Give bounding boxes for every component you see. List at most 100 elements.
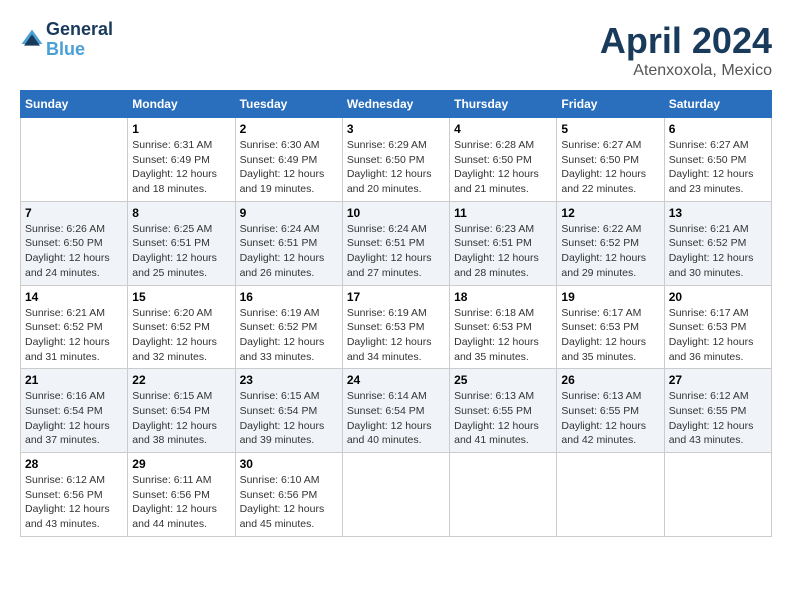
day-info: Sunrise: 6:11 AM Sunset: 6:56 PM Dayligh…	[132, 473, 230, 532]
day-number: 20	[669, 290, 767, 304]
location-title: Atenxoxola, Mexico	[600, 62, 772, 80]
calendar-day-cell: 23 Sunrise: 6:15 AM Sunset: 6:54 PM Dayli…	[235, 369, 342, 453]
day-number: 12	[561, 206, 659, 220]
day-info: Sunrise: 6:12 AM Sunset: 6:55 PM Dayligh…	[669, 389, 767, 448]
calendar-day-cell: 28 Sunrise: 6:12 AM Sunset: 6:56 PM Dayli…	[21, 453, 128, 537]
day-info: Sunrise: 6:24 AM Sunset: 6:51 PM Dayligh…	[240, 222, 338, 281]
calendar-day-cell: 27 Sunrise: 6:12 AM Sunset: 6:55 PM Dayli…	[664, 369, 771, 453]
day-info: Sunrise: 6:21 AM Sunset: 6:52 PM Dayligh…	[669, 222, 767, 281]
day-number: 19	[561, 290, 659, 304]
calendar-week-row: 28 Sunrise: 6:12 AM Sunset: 6:56 PM Dayli…	[21, 453, 772, 537]
day-info: Sunrise: 6:18 AM Sunset: 6:53 PM Dayligh…	[454, 306, 552, 365]
day-info: Sunrise: 6:14 AM Sunset: 6:54 PM Dayligh…	[347, 389, 445, 448]
day-number: 22	[132, 373, 230, 387]
calendar-day-cell: 8Sunrise: 6:25 AM Sunset: 6:51 PM Daylig…	[128, 201, 235, 285]
title-block: April 2024 Atenxoxola, Mexico	[600, 20, 772, 80]
day-number: 24	[347, 373, 445, 387]
calendar-day-cell: 12 Sunrise: 6:22 AM Sunset: 6:52 PM Dayli…	[557, 201, 664, 285]
weekday-header: Monday	[128, 91, 235, 118]
calendar-day-cell: 5 Sunrise: 6:27 AM Sunset: 6:50 PM Daylig…	[557, 118, 664, 202]
calendar-table: SundayMondayTuesdayWednesdayThursdayFrid…	[20, 90, 772, 537]
day-number: 29	[132, 457, 230, 471]
day-number: 5	[561, 122, 659, 136]
day-number: 18	[454, 290, 552, 304]
day-info: Sunrise: 6:17 AM Sunset: 6:53 PM Dayligh…	[669, 306, 767, 365]
logo-icon	[20, 28, 44, 52]
calendar-day-cell: 22Sunrise: 6:15 AM Sunset: 6:54 PM Dayli…	[128, 369, 235, 453]
calendar-day-cell: 21Sunrise: 6:16 AM Sunset: 6:54 PM Dayli…	[21, 369, 128, 453]
day-number: 3	[347, 122, 445, 136]
calendar-day-cell: 2 Sunrise: 6:30 AM Sunset: 6:49 PM Daylig…	[235, 118, 342, 202]
day-info: Sunrise: 6:27 AM Sunset: 6:50 PM Dayligh…	[561, 138, 659, 197]
calendar-day-cell: 26 Sunrise: 6:13 AM Sunset: 6:55 PM Dayli…	[557, 369, 664, 453]
day-info: Sunrise: 6:28 AM Sunset: 6:50 PM Dayligh…	[454, 138, 552, 197]
calendar-day-cell: 6Sunrise: 6:27 AM Sunset: 6:50 PM Daylig…	[664, 118, 771, 202]
calendar-day-cell	[342, 453, 449, 537]
weekday-header: Saturday	[664, 91, 771, 118]
calendar-day-cell: 29 Sunrise: 6:11 AM Sunset: 6:56 PM Dayli…	[128, 453, 235, 537]
day-number: 25	[454, 373, 552, 387]
calendar-day-cell: 20 Sunrise: 6:17 AM Sunset: 6:53 PM Dayli…	[664, 285, 771, 369]
day-number: 2	[240, 122, 338, 136]
calendar-day-cell: 1 Sunrise: 6:31 AM Sunset: 6:49 PM Daylig…	[128, 118, 235, 202]
calendar-day-cell: 14 Sunrise: 6:21 AM Sunset: 6:52 PM Dayli…	[21, 285, 128, 369]
calendar-header-row: SundayMondayTuesdayWednesdayThursdayFrid…	[21, 91, 772, 118]
day-info: Sunrise: 6:16 AM Sunset: 6:54 PM Dayligh…	[25, 389, 123, 448]
day-number: 4	[454, 122, 552, 136]
calendar-week-row: 14 Sunrise: 6:21 AM Sunset: 6:52 PM Dayli…	[21, 285, 772, 369]
page-header: General Blue April 2024 Atenxoxola, Mexi…	[20, 20, 772, 80]
calendar-day-cell: 17Sunrise: 6:19 AM Sunset: 6:53 PM Dayli…	[342, 285, 449, 369]
day-info: Sunrise: 6:17 AM Sunset: 6:53 PM Dayligh…	[561, 306, 659, 365]
day-number: 28	[25, 457, 123, 471]
logo-line1: General	[46, 20, 113, 40]
day-info: Sunrise: 6:15 AM Sunset: 6:54 PM Dayligh…	[240, 389, 338, 448]
calendar-day-cell: 3 Sunrise: 6:29 AM Sunset: 6:50 PM Daylig…	[342, 118, 449, 202]
month-title: April 2024	[600, 20, 772, 62]
day-info: Sunrise: 6:23 AM Sunset: 6:51 PM Dayligh…	[454, 222, 552, 281]
calendar-day-cell	[21, 118, 128, 202]
weekday-header: Wednesday	[342, 91, 449, 118]
calendar-day-cell: 11Sunrise: 6:23 AM Sunset: 6:51 PM Dayli…	[450, 201, 557, 285]
day-info: Sunrise: 6:24 AM Sunset: 6:51 PM Dayligh…	[347, 222, 445, 281]
day-info: Sunrise: 6:26 AM Sunset: 6:50 PM Dayligh…	[25, 222, 123, 281]
weekday-header: Tuesday	[235, 91, 342, 118]
day-number: 1	[132, 122, 230, 136]
calendar-day-cell: 25 Sunrise: 6:13 AM Sunset: 6:55 PM Dayli…	[450, 369, 557, 453]
day-number: 23	[240, 373, 338, 387]
day-info: Sunrise: 6:19 AM Sunset: 6:52 PM Dayligh…	[240, 306, 338, 365]
calendar-day-cell	[450, 453, 557, 537]
calendar-day-cell: 18 Sunrise: 6:18 AM Sunset: 6:53 PM Dayli…	[450, 285, 557, 369]
day-number: 7	[25, 206, 123, 220]
day-info: Sunrise: 6:22 AM Sunset: 6:52 PM Dayligh…	[561, 222, 659, 281]
day-info: Sunrise: 6:27 AM Sunset: 6:50 PM Dayligh…	[669, 138, 767, 197]
day-info: Sunrise: 6:31 AM Sunset: 6:49 PM Dayligh…	[132, 138, 230, 197]
day-info: Sunrise: 6:21 AM Sunset: 6:52 PM Dayligh…	[25, 306, 123, 365]
calendar-day-cell: 30Sunrise: 6:10 AM Sunset: 6:56 PM Dayli…	[235, 453, 342, 537]
day-number: 16	[240, 290, 338, 304]
calendar-day-cell	[664, 453, 771, 537]
day-info: Sunrise: 6:20 AM Sunset: 6:52 PM Dayligh…	[132, 306, 230, 365]
calendar-day-cell: 24 Sunrise: 6:14 AM Sunset: 6:54 PM Dayli…	[342, 369, 449, 453]
day-number: 27	[669, 373, 767, 387]
day-info: Sunrise: 6:13 AM Sunset: 6:55 PM Dayligh…	[561, 389, 659, 448]
day-info: Sunrise: 6:30 AM Sunset: 6:49 PM Dayligh…	[240, 138, 338, 197]
day-number: 15	[132, 290, 230, 304]
day-number: 8	[132, 206, 230, 220]
calendar-week-row: 21Sunrise: 6:16 AM Sunset: 6:54 PM Dayli…	[21, 369, 772, 453]
day-number: 13	[669, 206, 767, 220]
calendar-day-cell: 13 Sunrise: 6:21 AM Sunset: 6:52 PM Dayli…	[664, 201, 771, 285]
logo: General Blue	[20, 20, 113, 60]
day-info: Sunrise: 6:29 AM Sunset: 6:50 PM Dayligh…	[347, 138, 445, 197]
calendar-day-cell: 19 Sunrise: 6:17 AM Sunset: 6:53 PM Dayli…	[557, 285, 664, 369]
day-number: 17	[347, 290, 445, 304]
calendar-week-row: 7 Sunrise: 6:26 AM Sunset: 6:50 PM Daylig…	[21, 201, 772, 285]
calendar-day-cell	[557, 453, 664, 537]
day-number: 14	[25, 290, 123, 304]
day-number: 30	[240, 457, 338, 471]
calendar-day-cell: 4 Sunrise: 6:28 AM Sunset: 6:50 PM Daylig…	[450, 118, 557, 202]
day-number: 26	[561, 373, 659, 387]
day-info: Sunrise: 6:13 AM Sunset: 6:55 PM Dayligh…	[454, 389, 552, 448]
calendar-day-cell: 9Sunrise: 6:24 AM Sunset: 6:51 PM Daylig…	[235, 201, 342, 285]
calendar-day-cell: 7 Sunrise: 6:26 AM Sunset: 6:50 PM Daylig…	[21, 201, 128, 285]
day-info: Sunrise: 6:12 AM Sunset: 6:56 PM Dayligh…	[25, 473, 123, 532]
